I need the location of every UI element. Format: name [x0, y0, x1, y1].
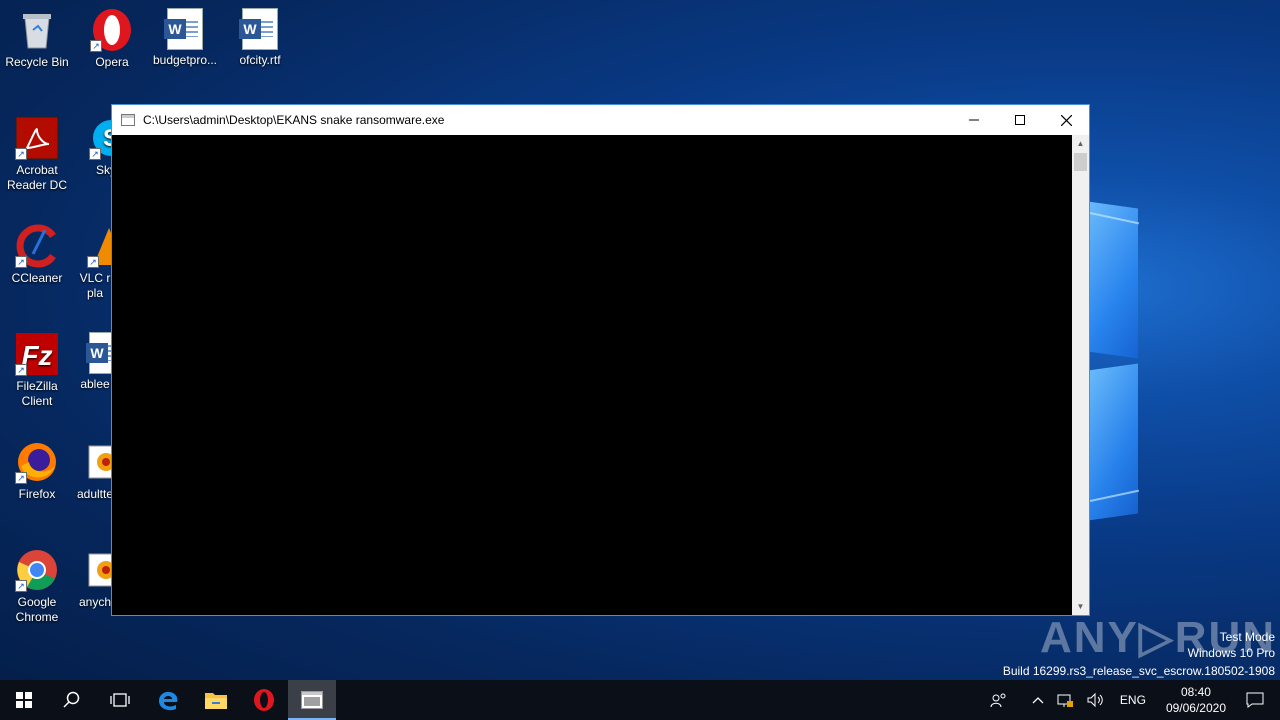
maximize-button[interactable]	[997, 105, 1043, 135]
test-mode-text: Test Mode	[1219, 630, 1275, 644]
desktop-icon-ablee[interactable]: W ablee	[75, 328, 115, 392]
close-button[interactable]	[1043, 105, 1089, 135]
people-icon	[990, 693, 1006, 708]
desktop-icon-ccleaner[interactable]: ↗ CCleaner	[0, 220, 74, 286]
console-app-icon	[301, 691, 323, 709]
desktop-icon-skype[interactable]: S ↗ Sky	[75, 112, 115, 178]
desktop-icon-chrome[interactable]: ↗ Google Chrome	[0, 544, 74, 625]
desktop-icon-acrobat[interactable]: ↗ Acrobat Reader DC	[0, 112, 74, 193]
clock-date: 09/06/2020	[1165, 701, 1226, 715]
minimize-button[interactable]	[951, 105, 997, 135]
opera-icon: ↗	[90, 8, 134, 52]
shortcut-arrow-icon: ↗	[89, 148, 101, 160]
console-window[interactable]: C:\Users\admin\Desktop\EKANS snake ranso…	[111, 104, 1090, 616]
taskbar: ENG 08:40 09/06/2020	[0, 680, 1280, 720]
windows-edition-text: Windows 10 Pro	[1187, 646, 1275, 660]
desktop-icon-label: VLC r pla	[79, 271, 111, 300]
window-titlebar[interactable]: C:\Users\admin\Desktop\EKANS snake ranso…	[112, 105, 1089, 135]
desktop-icon-vlc[interactable]: ↗ VLC r pla	[75, 220, 115, 301]
opera-icon	[254, 689, 274, 711]
word-document-icon: W	[164, 8, 203, 50]
shortcut-arrow-icon: ↗	[87, 256, 99, 268]
desktop-icon-budgetpro[interactable]: W budgetpro...	[148, 4, 222, 68]
show-hidden-icons-button[interactable]	[1014, 696, 1050, 704]
notification-icon	[1246, 692, 1264, 708]
desktop-icon-adultte[interactable]: adultte	[75, 436, 115, 502]
desktop-icon-label: FileZilla Client	[16, 379, 58, 408]
desktop-icon-label: Opera	[95, 55, 129, 69]
desktop-icon-filezilla[interactable]: Fz ↗ FileZilla Client	[0, 328, 74, 409]
desktop-icon-label: budgetpro...	[152, 53, 218, 67]
ccleaner-icon: ↗	[15, 224, 59, 268]
shortcut-arrow-icon: ↗	[15, 148, 27, 160]
filezilla-icon: Fz ↗	[15, 332, 59, 376]
shortcut-arrow-icon: ↗	[15, 364, 27, 376]
task-view-icon	[110, 693, 130, 707]
task-view-button[interactable]	[96, 680, 144, 720]
desktop-icon-label: Acrobat Reader DC	[6, 163, 68, 192]
taskbar-console[interactable]	[288, 680, 336, 720]
clock-time: 08:40	[1180, 685, 1211, 699]
desktop-icon-label: Firefox	[18, 487, 56, 501]
vertical-scrollbar[interactable]: ▲ ▼	[1072, 135, 1089, 615]
chrome-icon: ↗	[15, 548, 59, 592]
shortcut-arrow-icon: ↗	[15, 472, 27, 484]
network-icon	[1057, 694, 1073, 707]
clock[interactable]: 08:40 09/06/2020	[1156, 684, 1236, 716]
desktop-icon-recycle-bin[interactable]: Recycle Bin	[0, 4, 74, 70]
desktop-icon-label: Recycle Bin	[5, 55, 69, 69]
shortcut-arrow-icon: ↗	[15, 256, 27, 268]
taskbar-file-explorer[interactable]	[192, 680, 240, 720]
close-icon	[1060, 114, 1072, 126]
shortcut-arrow-icon: ↗	[90, 40, 102, 52]
action-center-button[interactable]	[1236, 692, 1280, 708]
desktop-icon-label: CCleaner	[11, 271, 63, 285]
windows-start-icon	[16, 692, 32, 708]
people-button[interactable]	[984, 692, 1014, 708]
scrollbar-thumb[interactable]	[1074, 153, 1087, 171]
system-tray: ENG 08:40 09/06/2020	[984, 680, 1280, 720]
minimize-icon	[969, 119, 979, 121]
word-document-icon: W	[239, 8, 278, 50]
console-app-icon	[121, 114, 135, 126]
taskbar-edge[interactable]	[144, 680, 192, 720]
window-title: C:\Users\admin\Desktop\EKANS snake ranso…	[143, 113, 445, 127]
search-icon	[63, 691, 80, 708]
network-button[interactable]	[1050, 692, 1080, 708]
windows-wallpaper-logo	[1088, 195, 1280, 525]
desktop-icon-label: Google Chrome	[15, 595, 59, 624]
folder-icon	[205, 693, 227, 709]
desktop-icon-label: ablee	[80, 377, 110, 391]
console-output-area[interactable]	[112, 135, 1072, 615]
taskbar-opera[interactable]	[240, 680, 288, 720]
edge-icon	[159, 691, 178, 711]
desktop-icon-ofcity[interactable]: W ofcity.rtf	[223, 4, 297, 68]
desktop-icon-opera[interactable]: ↗ Opera	[75, 4, 149, 70]
search-button[interactable]	[48, 680, 96, 720]
speaker-icon	[1087, 692, 1103, 708]
scroll-up-icon[interactable]: ▲	[1072, 135, 1089, 152]
recycle-bin-icon	[15, 8, 59, 52]
desktop-icon-label: ofcity.rtf	[239, 53, 281, 67]
volume-button[interactable]	[1080, 692, 1110, 708]
firefox-icon: ↗	[15, 440, 59, 484]
start-button[interactable]	[0, 680, 48, 720]
maximize-icon	[1015, 115, 1025, 125]
acrobat-icon: ↗	[15, 116, 59, 160]
desktop-icon-label: anych	[78, 595, 112, 609]
build-text: Build 16299.rs3_release_svc_escrow.18050…	[1002, 664, 1275, 678]
shortcut-arrow-icon: ↗	[15, 580, 27, 592]
desktop-icon-firefox[interactable]: ↗ Firefox	[0, 436, 74, 502]
desktop-icon-anych[interactable]: anych	[75, 544, 115, 610]
input-language-button[interactable]: ENG	[1110, 693, 1156, 707]
desktop-icon-label: adultte	[76, 487, 114, 501]
chevron-up-icon	[1032, 697, 1044, 704]
